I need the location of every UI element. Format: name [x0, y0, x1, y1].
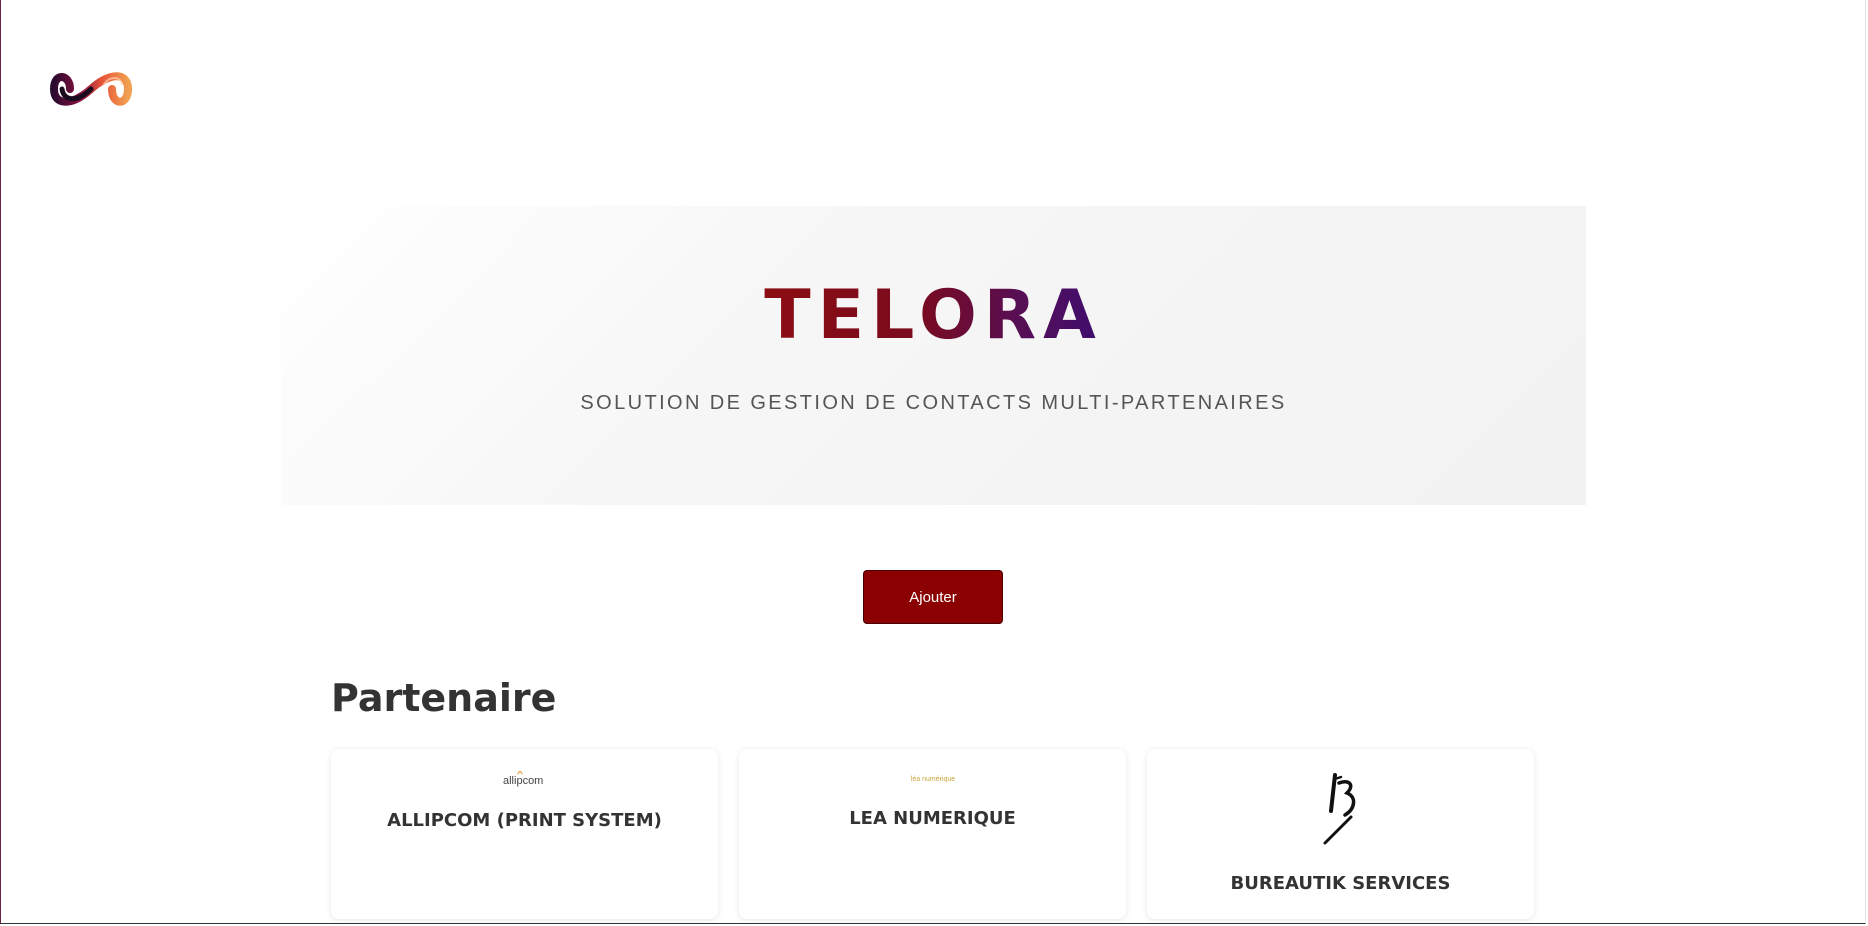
partner-card-list: allipcom ALLIPCOM (PRINT SYSTEM) léa num…: [331, 749, 1536, 919]
svg-text:léa numérique: léa numérique: [910, 776, 954, 783]
partner-name: LEA NUMERIQUE: [849, 808, 1016, 829]
partner-card-lea-numerique[interactable]: léa numérique LEA NUMERIQUE: [739, 749, 1126, 919]
partners-heading: Partenaire: [331, 676, 557, 720]
partner-name: ALLIPCOM (PRINT SYSTEM): [387, 810, 662, 831]
hero-banner: TELORA SOLUTION DE GESTION DE CONTACTS M…: [281, 206, 1586, 505]
add-button[interactable]: Ajouter: [863, 570, 1003, 624]
bureautik-services-logo-icon: [1323, 773, 1355, 845]
svg-text:allipcom: allipcom: [503, 775, 543, 787]
lea-numerique-logo-icon: léa numérique: [910, 776, 954, 783]
app-title: TELORA: [764, 276, 1103, 355]
partner-name: BUREAUTIK SERVICES: [1230, 873, 1451, 894]
infinity-logo-icon[interactable]: [50, 62, 132, 116]
partner-card-allipcom[interactable]: allipcom ALLIPCOM (PRINT SYSTEM): [331, 749, 718, 919]
app-subtitle: SOLUTION DE GESTION DE CONTACTS MULTI-PA…: [580, 392, 1287, 414]
partner-card-bureautik-services[interactable]: BUREAUTIK SERVICES: [1147, 749, 1534, 919]
allipcom-logo-icon: allipcom: [503, 770, 543, 787]
